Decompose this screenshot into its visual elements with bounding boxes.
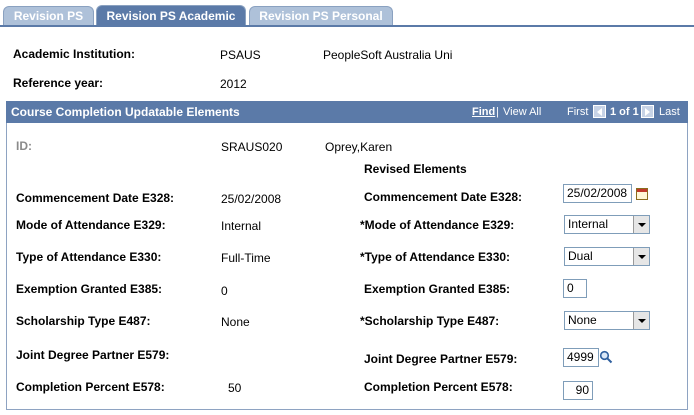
tab-bar: Revision PS Revision PS Academic Revisio… [0, 0, 694, 27]
completion-percent-input[interactable]: 90 [563, 381, 593, 400]
calendar-icon[interactable] [636, 188, 648, 200]
scholarship-type-select[interactable]: None [564, 311, 650, 330]
revised-exemption-granted-label: Exemption Granted E385: [364, 282, 511, 296]
revised-mode-of-attendance-label: *Mode of Attendance E329: [360, 218, 515, 232]
commencement-date-label: Commencement Date E328: [16, 191, 175, 205]
student-name: Oprey,Karen [325, 140, 393, 154]
completion-percent-label: Completion Percent E578: [16, 380, 165, 394]
tab-underline [0, 25, 694, 27]
chevron-down-icon[interactable] [633, 216, 649, 233]
next-arrow-icon[interactable] [641, 105, 654, 118]
scholarship-type-label: Scholarship Type E487: [16, 314, 151, 328]
previous-arrow-icon[interactable] [593, 105, 606, 118]
revised-elements-heading: Revised Elements [364, 162, 467, 176]
tab-revision-ps-personal[interactable]: Revision PS Personal [249, 6, 393, 25]
revised-commencement-date-label: Commencement Date E328: [364, 190, 523, 204]
reference-year-value: 2012 [220, 77, 247, 91]
type-of-attendance-select[interactable]: Dual [564, 247, 650, 266]
exemption-granted-input[interactable]: 0 [563, 279, 587, 298]
institution-code: PSAUS [220, 48, 261, 62]
view-all-link[interactable]: View All [503, 106, 541, 118]
institution-name: PeopleSoft Australia Uni [323, 48, 453, 62]
type-of-attendance-label: Type of Attendance E330: [16, 250, 162, 264]
exemption-granted-value: 0 [221, 284, 228, 298]
scholarship-type-value: None [221, 315, 250, 329]
scholarship-type-selected: None [568, 313, 597, 327]
revised-joint-degree-partner-label: Joint Degree Partner E579: [364, 352, 518, 366]
exemption-granted-label: Exemption Granted E385: [16, 282, 163, 296]
revised-type-of-attendance-label: *Type of Attendance E330: [360, 250, 511, 264]
last-link[interactable]: Last [659, 106, 680, 118]
type-of-attendance-selected: Dual [568, 249, 593, 263]
id-label: ID: [16, 139, 32, 153]
tab-revision-ps[interactable]: Revision PS [3, 6, 94, 25]
lookup-magnifier-icon[interactable] [599, 350, 613, 364]
first-link[interactable]: First [567, 106, 588, 118]
commencement-date-value: 25/02/2008 [221, 192, 282, 206]
type-of-attendance-value: Full-Time [221, 251, 271, 265]
find-link[interactable]: Find [472, 106, 495, 118]
revised-completion-percent-label: Completion Percent E578: [364, 380, 513, 394]
chevron-down-icon[interactable] [633, 312, 649, 329]
id-value: SRAUS020 [221, 140, 283, 154]
revised-scholarship-type-label: *Scholarship Type E487: [360, 314, 500, 328]
revised-commencement-date-input[interactable]: 25/02/2008 [563, 184, 632, 203]
mode-of-attendance-selected: Internal [568, 217, 609, 231]
mode-of-attendance-value: Internal [221, 219, 262, 233]
chevron-down-icon[interactable] [633, 248, 649, 265]
tab-revision-ps-academic[interactable]: Revision PS Academic [96, 5, 246, 26]
reference-year-label: Reference year: [13, 76, 104, 90]
completion-percent-value: 50 [228, 381, 242, 395]
mode-of-attendance-label: Mode of Attendance E329: [16, 218, 166, 232]
joint-degree-partner-input[interactable]: 4999 [563, 348, 599, 367]
institution-label: Academic Institution: [13, 47, 136, 61]
grid-title: Course Completion Updatable Elements [11, 105, 240, 119]
joint-degree-partner-label: Joint Degree Partner E579: [16, 348, 170, 362]
row-counter: 1 of 1 [610, 106, 639, 118]
nav-separator: | [496, 106, 499, 118]
mode-of-attendance-select[interactable]: Internal [564, 215, 650, 234]
grid-header: Course Completion Updatable Elements Fin… [6, 101, 688, 123]
